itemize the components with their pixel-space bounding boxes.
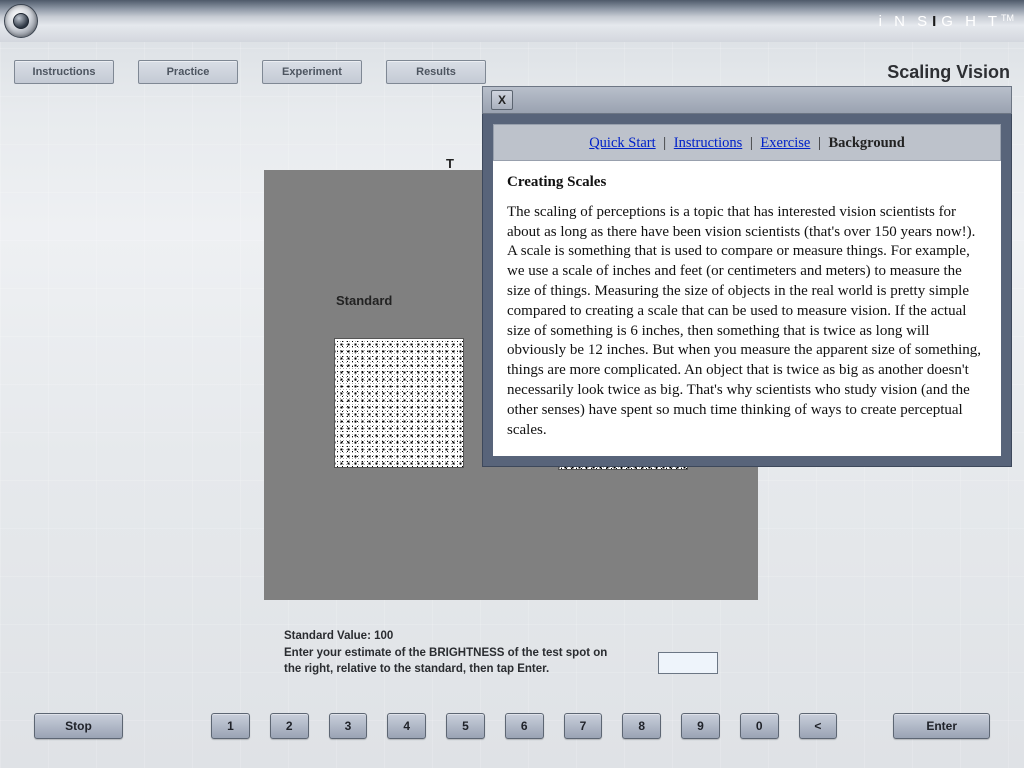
quick-start-link[interactable]: Quick Start: [589, 135, 655, 151]
results-button[interactable]: Results: [386, 60, 486, 84]
top-bar: i N SIG H TTM: [0, 0, 1024, 42]
enter-button[interactable]: Enter: [893, 713, 990, 739]
help-panel-titlebar: X: [482, 86, 1012, 114]
keypad-bar: Stop 1 2 3 4 5 6 7 8 9 0 < Enter: [0, 706, 1024, 746]
practice-button[interactable]: Practice: [138, 60, 238, 84]
background-tab-active: Background: [829, 135, 905, 151]
nav-row: Instructions Practice Experiment Results…: [0, 56, 1024, 88]
truncated-label: T: [446, 156, 454, 171]
close-button[interactable]: X: [491, 90, 513, 110]
brand-dark-i: I: [931, 13, 941, 30]
standard-patch: [334, 338, 464, 468]
key-0[interactable]: 0: [740, 713, 779, 739]
brand-tm: TM: [1001, 13, 1014, 23]
key-6[interactable]: 6: [505, 713, 544, 739]
eye-icon: [4, 4, 38, 38]
key-7[interactable]: 7: [564, 713, 603, 739]
key-backspace[interactable]: <: [799, 713, 838, 739]
estimate-input[interactable]: [658, 652, 718, 674]
brand-post: G H T: [941, 13, 1001, 30]
key-5[interactable]: 5: [446, 713, 485, 739]
instructions-button[interactable]: Instructions: [14, 60, 114, 84]
help-panel-body: Quick Start | Instructions | Exercise | …: [482, 114, 1012, 467]
page-title: Scaling Vision: [887, 62, 1010, 83]
standard-label: Standard: [336, 293, 392, 308]
instructions-link[interactable]: Instructions: [674, 135, 742, 151]
help-panel-content: Creating Scales The scaling of perceptio…: [493, 161, 1001, 456]
key-3[interactable]: 3: [329, 713, 368, 739]
stop-button[interactable]: Stop: [34, 713, 123, 739]
key-2[interactable]: 2: [270, 713, 309, 739]
standard-value-line: Standard Value: 100: [284, 628, 764, 645]
help-heading: Creating Scales: [507, 173, 987, 193]
key-1[interactable]: 1: [211, 713, 250, 739]
brand-logo: i N SIG H TTM: [879, 13, 1014, 30]
experiment-button[interactable]: Experiment: [262, 60, 362, 84]
key-4[interactable]: 4: [387, 713, 426, 739]
key-9[interactable]: 9: [681, 713, 720, 739]
help-panel: X Quick Start | Instructions | Exercise …: [482, 86, 1012, 467]
brand-pre: i N S: [879, 13, 932, 30]
help-body-text: The scaling of perceptions is a topic th…: [507, 203, 987, 441]
key-8[interactable]: 8: [622, 713, 661, 739]
exercise-link[interactable]: Exercise: [760, 135, 810, 151]
help-panel-nav: Quick Start | Instructions | Exercise | …: [493, 124, 1001, 161]
